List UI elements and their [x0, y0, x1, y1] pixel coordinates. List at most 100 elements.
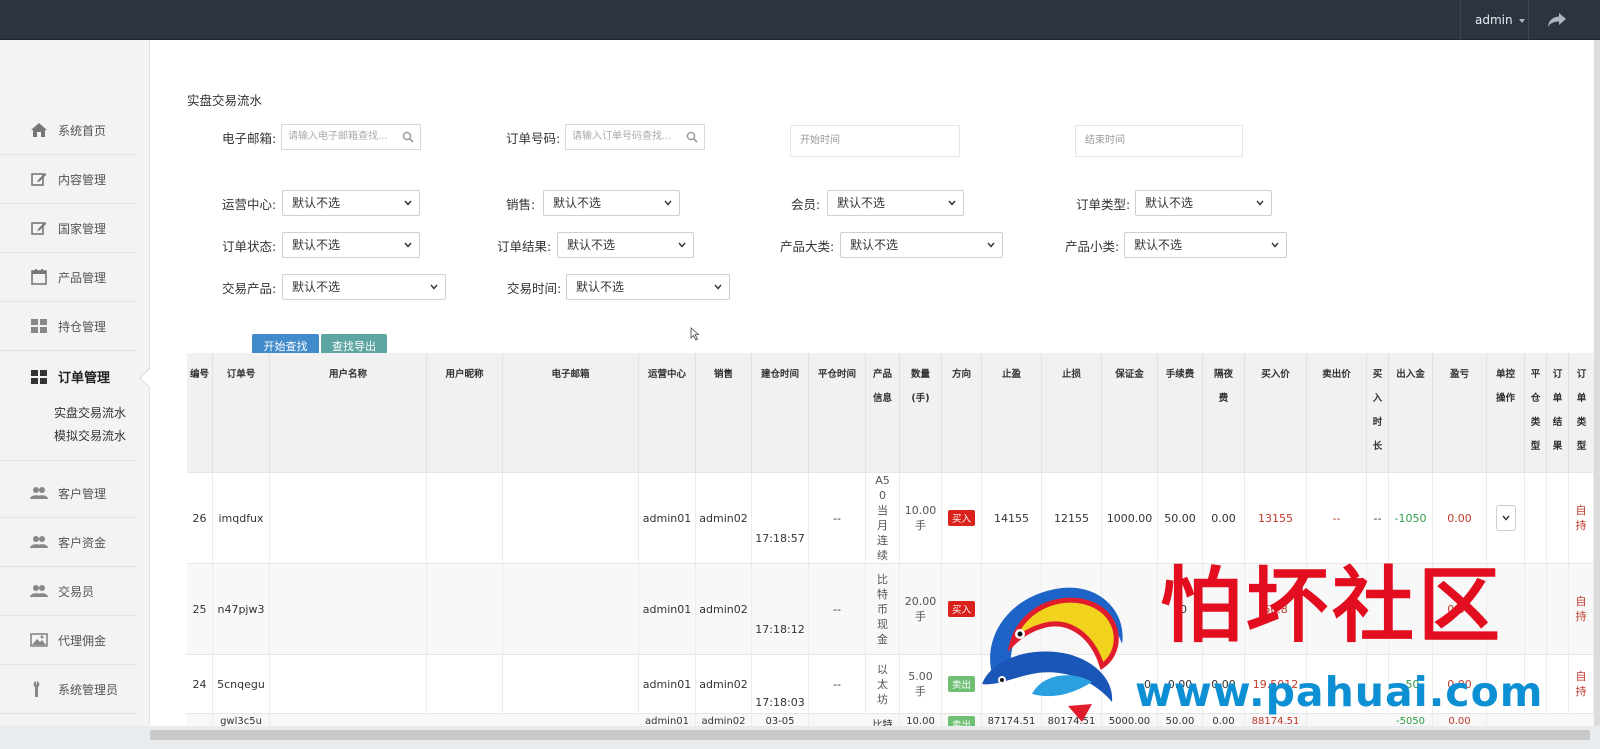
col-header: 用户名称 — [270, 353, 427, 472]
select-value: 默认不选 — [553, 196, 602, 210]
sidebar: 系统首页 内容管理 国家管理 产品管理 持仓管理 订单管理 实盘交易流水 模拟交… — [0, 40, 151, 749]
sidebar-subitem-demo-trades[interactable]: 模拟交易流水 — [54, 427, 126, 444]
cell-take-profit: 14155 — [982, 473, 1042, 563]
chevron-down-icon — [987, 242, 995, 248]
scrollbar-thumb[interactable] — [150, 730, 1590, 740]
sidebar-item-commission[interactable]: 代理佣金 — [0, 616, 136, 665]
sidebar-item-label: 国家管理 — [58, 221, 107, 236]
sales-select[interactable]: 默认不选 — [543, 190, 680, 216]
email-search-input[interactable]: 请输入电子邮箱查找... — [281, 124, 421, 150]
trade-product-select[interactable]: 默认不选 — [282, 274, 446, 300]
cell-inout: -1050 — [1389, 473, 1433, 563]
cell-stop-loss: 12155 — [1042, 473, 1102, 563]
cell-email — [503, 655, 639, 713]
watermark-text: 怕坏社区 — [1160, 559, 1505, 654]
product-subcategory-select[interactable]: 默认不选 — [1124, 232, 1287, 258]
sidebar-item-product[interactable]: 产品管理 — [0, 253, 136, 302]
sidebar-item-customers[interactable]: 客户管理 — [0, 469, 136, 518]
sidebar-item-label: 持仓管理 — [58, 319, 107, 334]
picture-icon — [30, 633, 48, 647]
sidebar-item-label: 产品管理 — [58, 270, 107, 285]
cell-fee: 50.00 — [1158, 473, 1203, 563]
cell-order: 5cnqegu — [213, 655, 270, 713]
cell-qty: 20.00手 — [900, 564, 942, 654]
chevron-down-icon — [1256, 200, 1264, 206]
cell-open-time: 03-05 — [752, 714, 809, 726]
sidebar-item-position[interactable]: 持仓管理 — [0, 302, 136, 351]
user-menu[interactable]: admin — [1460, 0, 1539, 40]
col-header: 盈亏 — [1433, 353, 1487, 472]
select-value: 默认不选 — [850, 238, 899, 252]
users-icon — [30, 585, 48, 597]
sidebar-item-label: 代理佣金 — [58, 633, 107, 648]
cell-id: 25 — [187, 564, 213, 654]
product-subcategory-label: 产品小类: — [1065, 239, 1120, 254]
sidebar-item-country[interactable]: 国家管理 — [0, 204, 136, 253]
end-time-input[interactable]: 结束时间 — [1075, 125, 1243, 157]
email-label: 电子邮箱: — [222, 131, 277, 146]
sidebar-item-label: 系统管理员 — [58, 682, 119, 697]
col-header: 订单结果 — [1547, 353, 1569, 472]
cell-id: 24 — [187, 655, 213, 713]
chevron-down-icon — [404, 200, 412, 206]
table-header: 编号 订单号 用户名称 用户昵称 电子邮箱 运营中心 销售 建仓时间 平仓时间 … — [187, 353, 1594, 472]
chevron-down-icon — [714, 284, 722, 290]
order-search-input[interactable]: 请输入订单号码查找... — [565, 124, 705, 150]
horizontal-scrollbar[interactable] — [0, 726, 1600, 749]
sidebar-subitem-real-trades[interactable]: 实盘交易流水 — [54, 404, 126, 421]
cell-close-time: -- — [809, 655, 866, 713]
sidebar-item-orders[interactable]: 订单管理 — [0, 352, 136, 401]
direction-badge: 卖出 — [947, 676, 975, 692]
email-placeholder: 请输入电子邮箱查找... — [288, 131, 388, 142]
search-icon — [686, 131, 698, 143]
center-label: 运营中心: — [222, 197, 277, 212]
sidebar-item-customer-funds[interactable]: 客户资金 — [0, 518, 136, 567]
table-row[interactable]: 26 imqdfux admin01 admin02 17:18:57 -- A… — [187, 472, 1594, 563]
trade-time-select[interactable]: 默认不选 — [566, 274, 730, 300]
cell-qty: 10.00 — [900, 714, 942, 726]
cell-open-time: 17:18:03 — [752, 655, 809, 713]
order-status-select[interactable]: 默认不选 — [282, 232, 420, 258]
col-header: 电子邮箱 — [503, 353, 639, 472]
sidebar-item-label: 客户资金 — [58, 535, 107, 550]
sidebar-item-home[interactable]: 系统首页 — [0, 106, 136, 155]
order-type-select[interactable]: 默认不选 — [1135, 190, 1272, 216]
product-category-select[interactable]: 默认不选 — [840, 232, 1003, 258]
col-header: 订单号 — [213, 353, 270, 472]
sidebar-item-traders[interactable]: 交易员 — [0, 567, 136, 616]
chevron-down-icon — [678, 242, 686, 248]
col-header: 建仓时间 — [752, 353, 809, 472]
cell-close-time: -- — [809, 564, 866, 654]
order-result-select[interactable]: 默认不选 — [557, 232, 694, 258]
search-icon — [402, 131, 414, 143]
col-header: 产品信息 — [866, 353, 900, 472]
cell-action — [1487, 473, 1525, 563]
order-status-label: 订单状态: — [222, 239, 277, 254]
cell-close-time: -- — [809, 473, 866, 563]
center-select[interactable]: 默认不选 — [282, 190, 420, 216]
start-time-input[interactable]: 开始时间 — [790, 125, 960, 157]
select-value: 默认不选 — [1134, 238, 1183, 252]
logout-button[interactable] — [1528, 0, 1584, 40]
trade-product-label: 交易产品: — [222, 281, 277, 296]
sidebar-item-content[interactable]: 内容管理 — [0, 155, 136, 204]
select-value: 默认不选 — [576, 280, 625, 294]
cell-username — [270, 473, 427, 563]
col-header: 运营中心 — [639, 353, 696, 472]
direction-badge: 卖出 — [947, 716, 975, 726]
user-name: admin — [1475, 13, 1513, 27]
vertical-scrollbar[interactable] — [1594, 40, 1600, 726]
member-select[interactable]: 默认不选 — [827, 190, 964, 216]
cell-order-type: 自持 — [1569, 655, 1594, 713]
fish-logo-watermark — [982, 587, 1123, 722]
sidebar-item-admins[interactable]: 系统管理员 — [0, 665, 136, 714]
cell-username — [270, 564, 427, 654]
cell-order: gwl3c5u — [213, 714, 270, 726]
member-label: 会员: — [791, 197, 821, 212]
chevron-down-icon — [1501, 515, 1510, 521]
direction-badge: 买入 — [947, 601, 975, 617]
cell-close-type — [1525, 473, 1547, 563]
row-action-dropdown[interactable] — [1495, 505, 1516, 531]
col-header: 平仓时间 — [809, 353, 866, 472]
cell-order: n47pjw3 — [213, 564, 270, 654]
